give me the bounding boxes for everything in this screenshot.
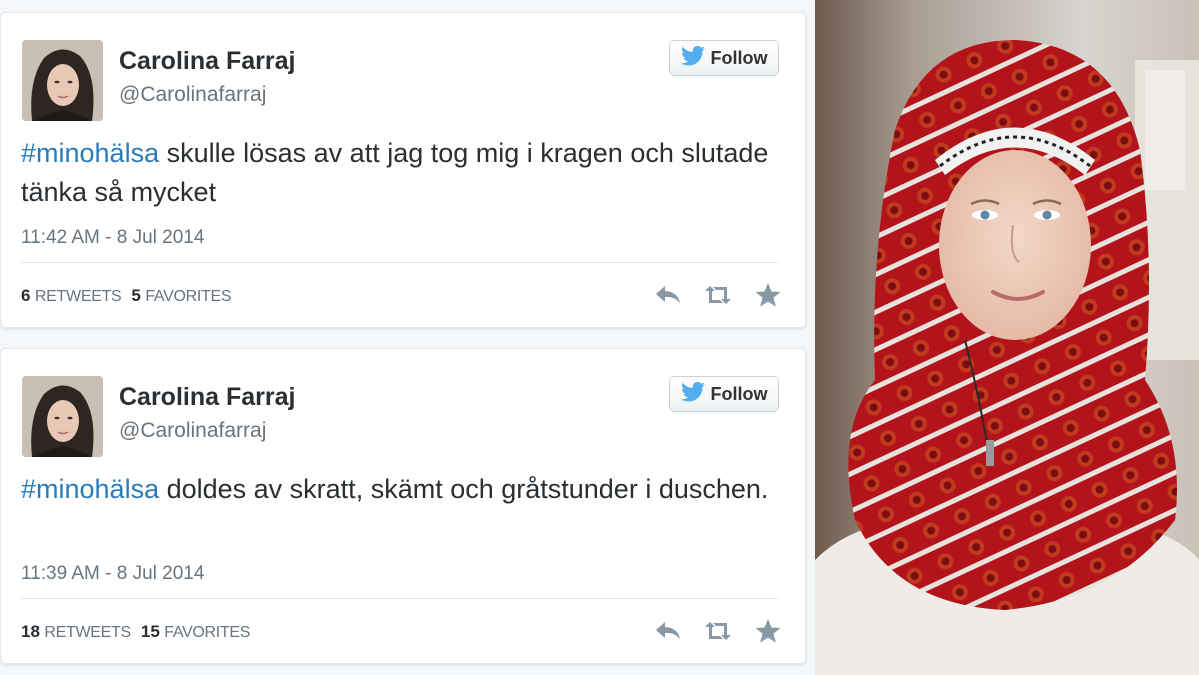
user-name[interactable]: Carolina Farraj <box>119 383 295 412</box>
tweet-text: #minohälsa skulle lösas av att jag tog m… <box>21 134 781 212</box>
user-name[interactable]: Carolina Farraj <box>119 47 295 76</box>
portrait-photo <box>815 0 1199 675</box>
divider <box>21 262 778 263</box>
tweet-card: Carolina Farraj @Carolinafarraj Follow #… <box>0 12 806 328</box>
divider <box>21 598 778 599</box>
reply-icon[interactable] <box>653 281 683 309</box>
tweet-stats: 18 RETWEETS 15 FAVORITES <box>21 622 250 642</box>
tweet-timestamp[interactable]: 11:39 AM - 8 Jul 2014 <box>21 563 204 585</box>
tweet-actions <box>653 617 783 645</box>
reply-icon[interactable] <box>653 617 683 645</box>
tweet-actions <box>653 281 783 309</box>
star-icon[interactable] <box>753 617 783 645</box>
tweet-body: doldes av skratt, skämt och gråtstunder … <box>159 474 769 504</box>
retweets-count: 6 <box>21 286 31 305</box>
tweet-card: Carolina Farraj @Carolinafarraj Follow #… <box>0 348 806 664</box>
follow-button[interactable]: Follow <box>669 40 779 76</box>
retweets-stat[interactable]: 6 RETWEETS <box>21 286 122 306</box>
retweet-icon[interactable] <box>703 281 733 309</box>
tweets-column: Carolina Farraj @Carolinafarraj Follow #… <box>0 0 815 675</box>
favorites-stat[interactable]: 5 FAVORITES <box>131 286 231 306</box>
favorites-stat[interactable]: 15 FAVORITES <box>140 622 251 642</box>
retweets-label: RETWEETS <box>44 624 131 641</box>
twitter-bird-icon <box>680 45 705 71</box>
tweet-stats: 6 RETWEETS 5 FAVORITES <box>21 286 232 306</box>
follow-button[interactable]: Follow <box>669 376 779 412</box>
retweets-stat[interactable]: 18 RETWEETS <box>21 622 131 642</box>
tweet-timestamp[interactable]: 11:42 AM - 8 Jul 2014 <box>21 227 204 249</box>
favorites-label: FAVORITES <box>145 288 232 305</box>
tweet-text: #minohälsa doldes av skratt, skämt och g… <box>21 470 781 509</box>
follow-label: Follow <box>710 47 768 68</box>
favorites-count: 5 <box>131 286 141 305</box>
retweets-count: 18 <box>21 622 40 641</box>
follow-label: Follow <box>710 383 768 404</box>
avatar[interactable] <box>22 40 103 121</box>
twitter-bird-icon <box>680 381 705 407</box>
star-icon[interactable] <box>753 281 783 309</box>
hashtag-link[interactable]: #minohälsa <box>21 138 159 168</box>
retweets-label: RETWEETS <box>34 288 122 305</box>
user-handle[interactable]: @Carolinafarraj <box>119 83 266 107</box>
favorites-count: 15 <box>140 622 160 641</box>
user-handle[interactable]: @Carolinafarraj <box>119 419 266 443</box>
retweet-icon[interactable] <box>703 617 733 645</box>
hashtag-link[interactable]: #minohälsa <box>21 474 159 504</box>
favorites-label: FAVORITES <box>164 624 251 641</box>
avatar[interactable] <box>22 376 103 457</box>
